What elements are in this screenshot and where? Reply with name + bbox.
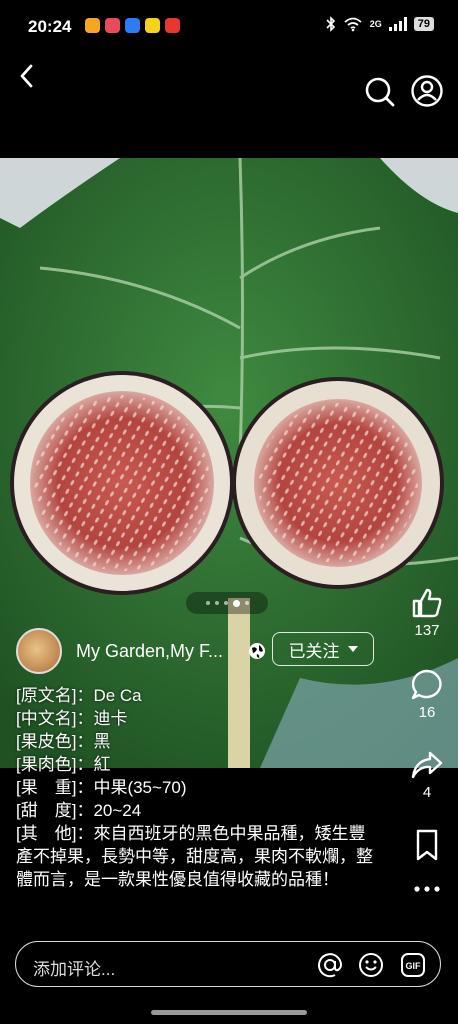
user-profile-icon[interactable]	[410, 74, 444, 108]
description-line: [其 他]：來自西班牙的黑色中果品種，矮生豐產不掉果，長勢中等，甜度高，果肉不軟…	[16, 824, 373, 889]
app-notification-icon	[145, 18, 160, 33]
status-time: 20:24	[28, 17, 72, 36]
battery-level: 79	[413, 17, 434, 31]
like-action[interactable]: 137	[404, 586, 450, 639]
carousel-dot	[205, 601, 210, 605]
fig-photo	[0, 158, 458, 768]
bookmark-action[interactable]	[404, 828, 450, 862]
carousel-dot	[214, 601, 219, 605]
notification-icons	[85, 18, 180, 33]
share-action[interactable]: 4	[404, 748, 450, 801]
comment-input-bar[interactable]: 添加评论... GIF	[15, 941, 441, 987]
avatar[interactable]	[16, 628, 62, 674]
app-notification-icon	[165, 18, 180, 33]
follow-button[interactable]: 已关注	[272, 632, 374, 666]
thumbs-up-icon[interactable]	[410, 586, 444, 620]
post-description: [原文名]：De Ca [中文名]：迪卡 [果皮色]：黑 [果肉色]：紅 [果 …	[16, 684, 376, 891]
search-icon[interactable]	[364, 76, 396, 108]
emoji-icon[interactable]	[358, 952, 384, 978]
description-line: [中文名]：迪卡	[16, 709, 128, 728]
share-icon[interactable]	[410, 748, 444, 782]
follow-label: 已关注	[288, 641, 340, 661]
post-image[interactable]	[0, 158, 458, 768]
network-type: 2G	[369, 19, 382, 29]
bluetooth-icon	[326, 16, 335, 32]
comment-input[interactable]: 添加评论...	[33, 955, 115, 980]
app-notification-icon	[125, 18, 140, 33]
carousel-dot	[223, 601, 228, 605]
bookmark-icon[interactable]	[410, 828, 444, 862]
app-notification-icon	[85, 18, 100, 33]
status-bar: 20:24 2G 79	[0, 0, 458, 56]
description-line: [原文名]：De Ca	[16, 686, 142, 705]
author-name[interactable]: My Garden,My F...	[76, 641, 238, 662]
carousel-dot-active	[232, 599, 240, 607]
carousel-dot	[244, 601, 249, 605]
svg-text:GIF: GIF	[406, 961, 422, 971]
back-icon[interactable]	[14, 62, 42, 90]
comment-count: 16	[418, 704, 436, 721]
description-line: [甜 度]：20~24	[16, 801, 142, 820]
more-icon[interactable]	[410, 882, 444, 896]
description-line: [果肉色]：紅	[16, 755, 111, 774]
description-line: [果 重]：中果(35~70)	[16, 778, 187, 797]
more-action[interactable]	[404, 882, 450, 896]
wifi-icon	[344, 17, 362, 32]
app-notification-icon	[105, 18, 120, 33]
mention-icon[interactable]	[317, 952, 343, 978]
like-count: 137	[414, 622, 440, 639]
signal-icon	[388, 17, 407, 31]
home-indicator	[151, 1010, 307, 1015]
top-bar	[0, 56, 458, 116]
share-count: 4	[422, 784, 432, 801]
globe-icon	[249, 643, 265, 659]
gif-icon[interactable]: GIF	[400, 952, 426, 978]
comment-icon[interactable]	[410, 668, 444, 702]
author-row: My Garden,My F...	[16, 628, 266, 674]
comment-action[interactable]: 16	[404, 668, 450, 721]
carousel-indicator	[186, 592, 268, 614]
system-icons: 2G 79	[326, 16, 434, 32]
description-line: [果皮色]：黑	[16, 732, 111, 751]
chevron-down-icon	[347, 646, 358, 652]
